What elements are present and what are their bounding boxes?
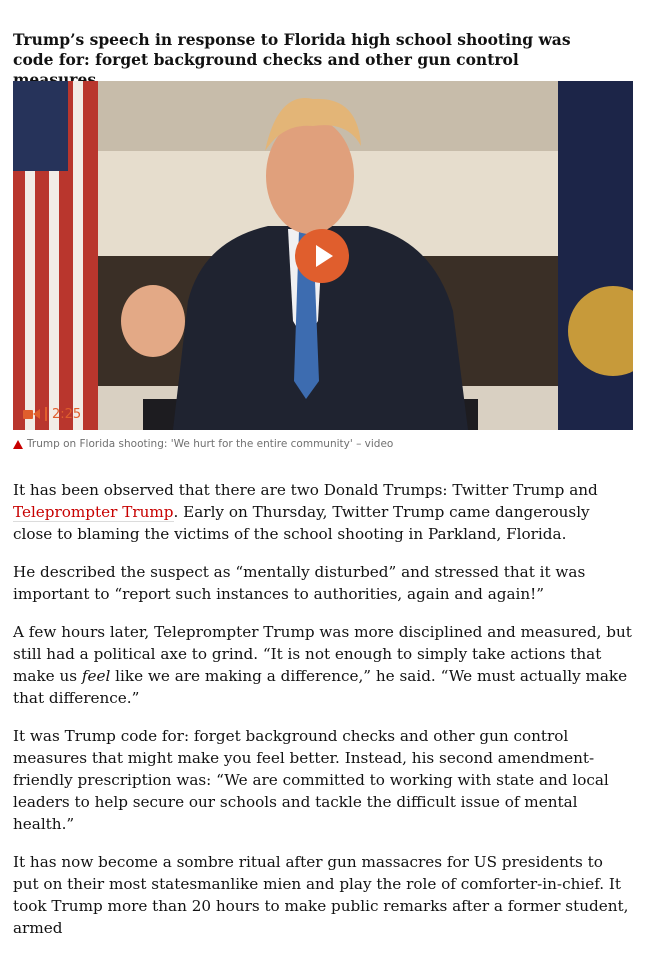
- video-caption: Trump on Florida shooting: 'We hurt for …: [13, 438, 633, 450]
- video-duration: 2:25: [23, 405, 81, 423]
- duration-divider: [45, 407, 47, 421]
- play-button[interactable]: [295, 229, 349, 283]
- duration-text: 2:25: [52, 406, 82, 422]
- video-player[interactable]: 2:25: [13, 81, 633, 430]
- paragraph-3: A few hours later, Teleprompter Trump wa…: [13, 623, 632, 707]
- emphasis-feel: feel: [81, 667, 111, 685]
- paragraph-4: It was Trump code for: forget background…: [13, 727, 609, 833]
- video-camera-icon: [23, 408, 40, 420]
- paragraph-1: It has been observed that there are two …: [13, 481, 598, 543]
- teleprompter-trump-link[interactable]: Teleprompter Trump: [13, 503, 174, 522]
- play-icon: [316, 245, 333, 267]
- paragraph-5: It has now become a sombre ritual after …: [13, 853, 629, 937]
- article-body: It has been observed that there are two …: [13, 479, 633, 955]
- caption-text: Trump on Florida shooting: 'We hurt for …: [27, 438, 394, 450]
- red-triangle-icon: [13, 439, 23, 449]
- paragraph-2: He described the suspect as “mentally di…: [13, 563, 586, 603]
